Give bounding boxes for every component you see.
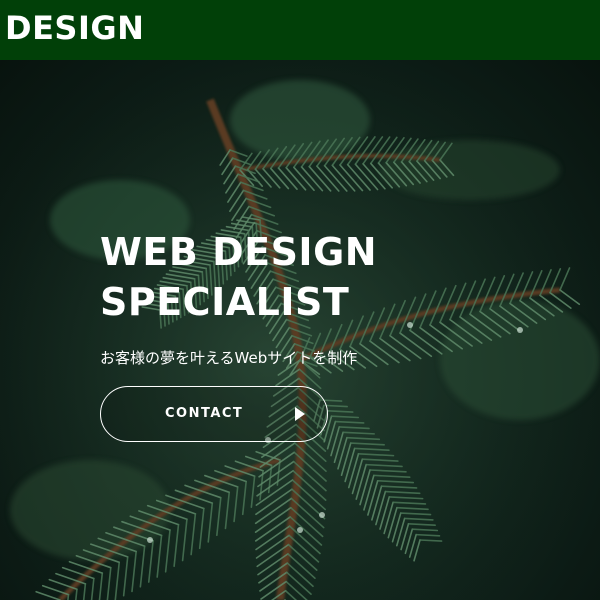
contact-button[interactable]: CONTACT: [100, 386, 328, 442]
water-droplet: [407, 322, 413, 328]
water-droplet: [517, 327, 523, 333]
pine-needle: [419, 539, 443, 542]
play-triangle-icon: [295, 407, 305, 421]
site-logo[interactable]: DESIGN: [5, 8, 144, 48]
pine-branch-background-image: [0, 60, 600, 600]
hero-subtitle: お客様の夢を叶えるWebサイトを制作: [100, 349, 358, 367]
water-droplet: [147, 537, 153, 543]
page: DESIGN WEB DESIGN SPECIALIST お客様の夢を叶えるWe…: [0, 0, 600, 600]
water-droplet: [297, 527, 303, 533]
hero-title-line-2: SPECIALIST: [100, 280, 350, 324]
hero-title-line-1: WEB DESIGN: [100, 230, 378, 274]
site-header: DESIGN: [0, 0, 600, 60]
hero-title: WEB DESIGN SPECIALIST: [100, 227, 377, 327]
water-droplet: [319, 512, 325, 518]
hero-section: WEB DESIGN SPECIALIST お客様の夢を叶えるWebサイトを制作…: [0, 60, 600, 600]
contact-button-label: CONTACT: [165, 406, 244, 421]
